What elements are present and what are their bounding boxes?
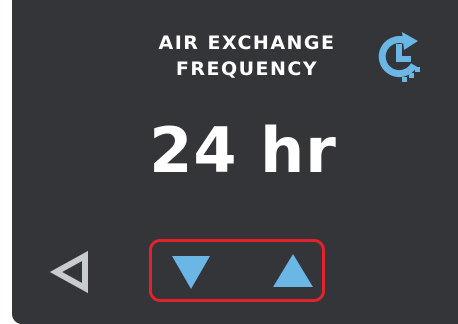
triangle-up-icon xyxy=(273,254,313,287)
page: AIR EXCHANGE FREQUENCY 24 hr xyxy=(0,0,458,324)
setting-value: 24 hr xyxy=(149,114,337,187)
triangle-down-icon xyxy=(172,256,210,289)
increase-button[interactable] xyxy=(246,242,326,299)
decrease-button[interactable] xyxy=(156,242,236,299)
schedule-button[interactable] xyxy=(364,22,434,88)
back-button[interactable] xyxy=(42,244,102,300)
back-arrow-icon xyxy=(49,250,88,294)
clock-history-icon xyxy=(378,32,420,82)
adjust-controls-highlight xyxy=(149,239,325,302)
thermostat-screen: AIR EXCHANGE FREQUENCY 24 hr xyxy=(12,0,458,324)
